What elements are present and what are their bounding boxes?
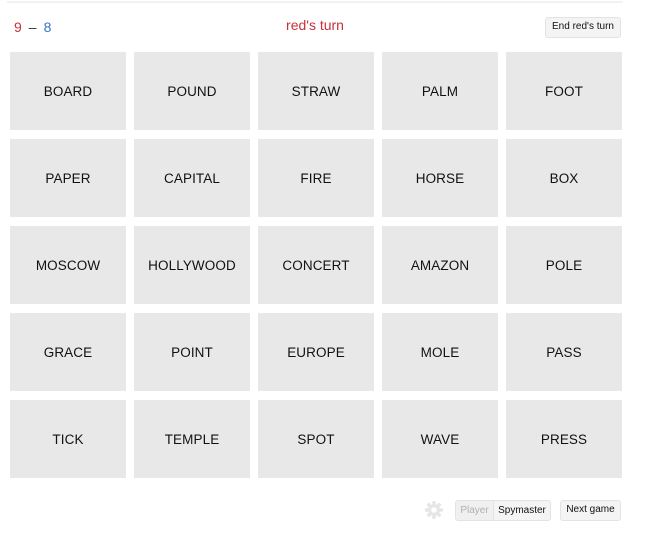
word-card[interactable]: TEMPLE <box>134 400 250 478</box>
word-card-label: HORSE <box>415 170 465 186</box>
word-card-label: PRESS <box>540 431 588 447</box>
word-card-label: TEMPLE <box>164 431 220 447</box>
word-card-label: HOLLYWOOD <box>148 257 236 273</box>
end-turn-button[interactable]: End red's turn <box>545 17 621 38</box>
word-card[interactable]: CAPITAL <box>134 139 250 217</box>
word-card-label: SPOT <box>297 431 335 447</box>
word-card-label: MOLE <box>420 344 460 360</box>
word-card-label: FOOT <box>545 83 583 99</box>
role-option-spymaster[interactable]: Spymaster <box>494 501 550 520</box>
word-card[interactable]: HORSE <box>382 139 498 217</box>
word-card[interactable]: POUND <box>134 52 250 130</box>
word-card[interactable]: PALM <box>382 52 498 130</box>
top-divider <box>7 1 623 3</box>
word-card-label: FIRE <box>300 170 332 186</box>
word-card-label: WAVE <box>420 431 460 447</box>
word-card-label: POUND <box>167 83 217 99</box>
word-card[interactable]: FOOT <box>506 52 622 130</box>
word-card[interactable]: GRACE <box>10 313 126 391</box>
word-card[interactable]: MOLE <box>382 313 498 391</box>
word-card[interactable]: PRESS <box>506 400 622 478</box>
role-option-player[interactable]: Player <box>456 501 494 520</box>
word-card[interactable]: FIRE <box>258 139 374 217</box>
word-card-label: PALM <box>421 83 459 99</box>
word-card[interactable]: MOSCOW <box>10 226 126 304</box>
word-card-label: EUROPE <box>287 344 345 360</box>
gear-icon[interactable] <box>424 500 444 520</box>
word-card[interactable]: TICK <box>10 400 126 478</box>
next-game-button[interactable]: Next game <box>560 500 621 521</box>
word-card[interactable]: POINT <box>134 313 250 391</box>
word-card[interactable]: CONCERT <box>258 226 374 304</box>
word-card-label: POINT <box>171 344 213 360</box>
word-card-label: POLE <box>545 257 583 273</box>
word-card-label: BOX <box>549 170 579 186</box>
turn-indicator: red's turn <box>286 17 344 33</box>
word-card-label: CONCERT <box>282 257 350 273</box>
word-card-label: BOARD <box>43 83 93 99</box>
word-card[interactable]: SPOT <box>258 400 374 478</box>
word-card[interactable]: PASS <box>506 313 622 391</box>
word-card[interactable]: STRAW <box>258 52 374 130</box>
role-toggle: Player Spymaster <box>455 500 551 521</box>
word-card-label: STRAW <box>291 83 341 99</box>
word-card[interactable]: AMAZON <box>382 226 498 304</box>
word-card[interactable]: EUROPE <box>258 313 374 391</box>
word-card[interactable]: BOARD <box>10 52 126 130</box>
word-card-label: TICK <box>52 431 84 447</box>
word-card[interactable]: BOX <box>506 139 622 217</box>
word-board: BOARD POUND STRAW PALM FOOT PAPER CAPITAL FIRE H… <box>10 52 622 478</box>
word-card[interactable]: POLE <box>506 226 622 304</box>
word-card[interactable]: HOLLYWOOD <box>134 226 250 304</box>
word-card-label: CAPITAL <box>164 170 220 186</box>
word-card-label: GRACE <box>43 344 93 360</box>
word-card-label: MOSCOW <box>35 257 101 273</box>
word-card-label: AMAZON <box>410 257 470 273</box>
word-card-label: PAPER <box>45 170 91 186</box>
word-card-label: PASS <box>546 344 582 360</box>
word-card[interactable]: PAPER <box>10 139 126 217</box>
word-card[interactable]: WAVE <box>382 400 498 478</box>
